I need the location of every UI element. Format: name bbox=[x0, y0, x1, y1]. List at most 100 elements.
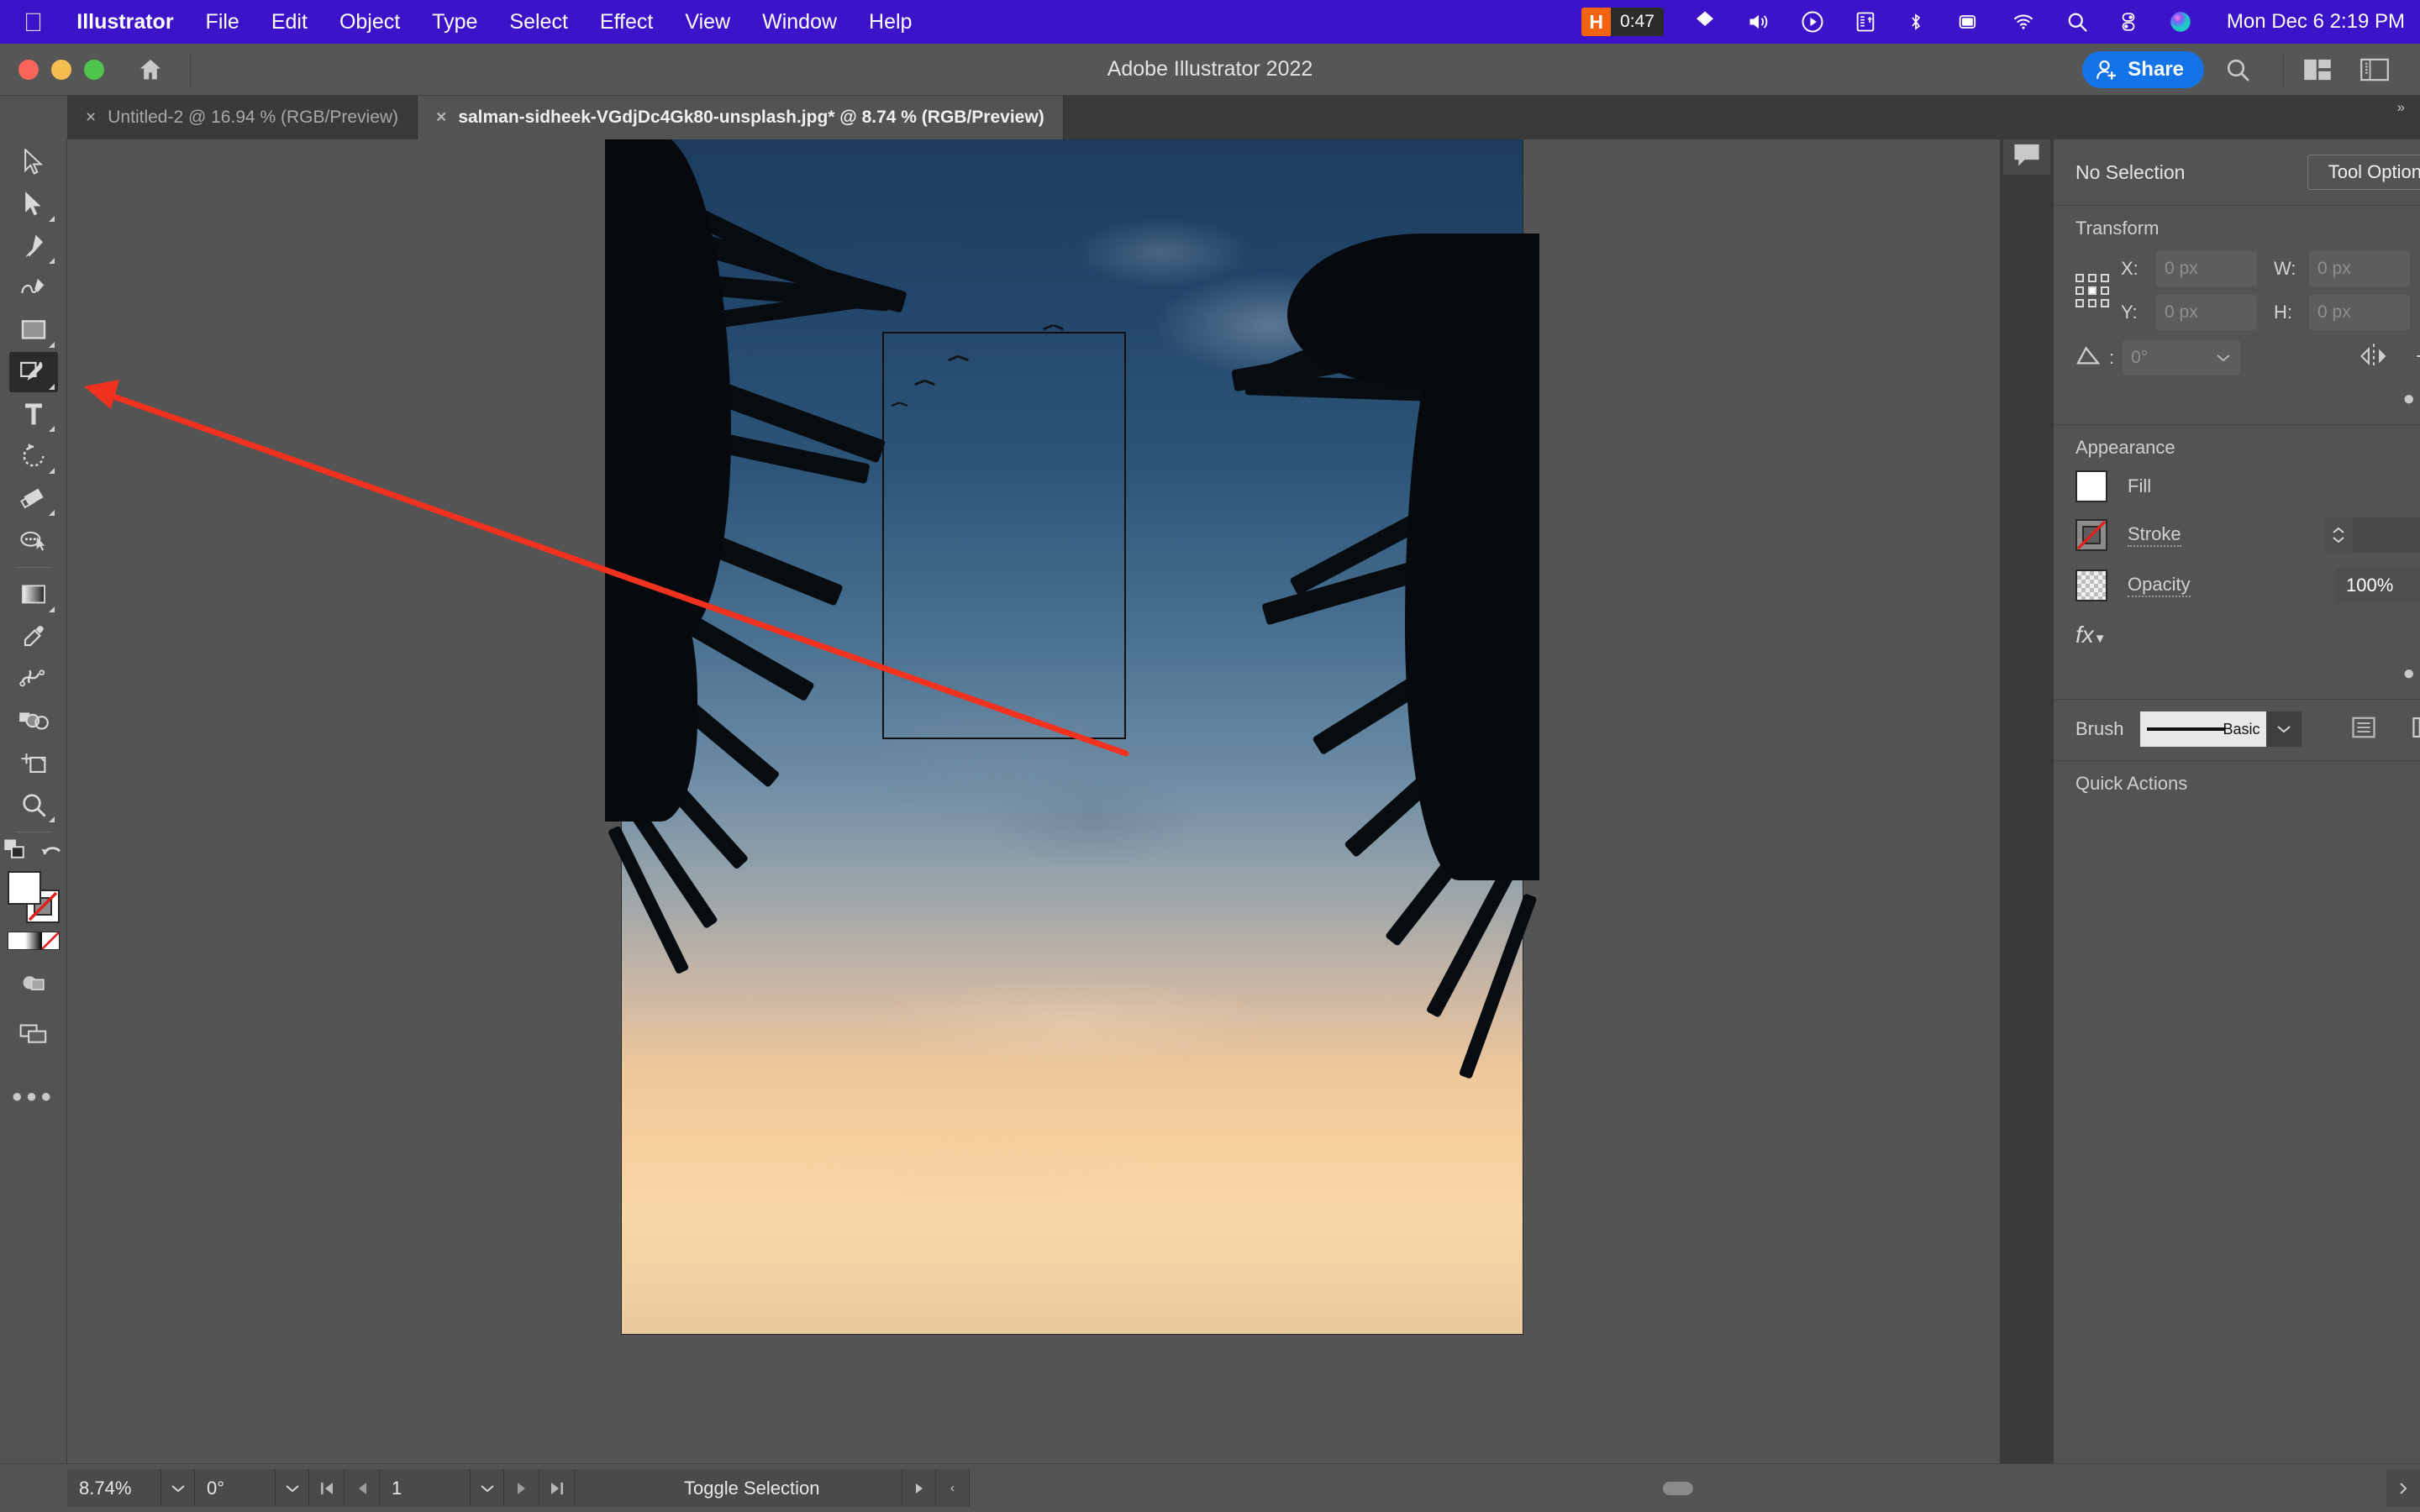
menu-item-file[interactable]: File bbox=[206, 10, 239, 34]
document-tab-unsplash[interactable]: × salman-sidheek-VGdjDc4Gk80-unsplash.jp… bbox=[418, 96, 1064, 139]
document-tab-untitled[interactable]: × Untitled-2 @ 16.94 % (RGB/Preview) bbox=[67, 96, 418, 139]
calendar-icon[interactable] bbox=[1854, 9, 1877, 34]
siri-icon[interactable] bbox=[2168, 9, 2193, 34]
close-icon[interactable]: × bbox=[436, 108, 446, 128]
menu-item-effect[interactable]: Effect bbox=[600, 10, 653, 34]
shape-builder-tool[interactable] bbox=[9, 701, 58, 741]
search-icon[interactable] bbox=[2065, 10, 2089, 34]
opacity-control[interactable]: 100% bbox=[2336, 568, 2420, 603]
first-artboard-icon[interactable] bbox=[309, 1469, 345, 1507]
zoom-level-field[interactable]: 8.74% bbox=[67, 1469, 161, 1507]
play-circle-icon[interactable] bbox=[1800, 9, 1825, 34]
direct-selection-tool[interactable] bbox=[9, 184, 58, 224]
curvature-tool[interactable] bbox=[9, 268, 58, 308]
zoom-tool[interactable] bbox=[9, 785, 58, 825]
next-artboard-icon[interactable] bbox=[504, 1469, 539, 1507]
menu-item-edit[interactable]: Edit bbox=[271, 10, 308, 34]
menubar-clock[interactable]: Mon Dec 6 2:19 PM bbox=[2227, 10, 2405, 34]
brush-libraries-icon[interactable]: ▼ bbox=[2412, 715, 2420, 744]
workspace-switcher-icon[interactable] bbox=[2351, 49, 2398, 91]
status-message[interactable]: Toggle Selection bbox=[575, 1469, 902, 1507]
menu-item-object[interactable]: Object bbox=[339, 10, 400, 34]
h-field[interactable]: 0 px bbox=[2309, 295, 2410, 330]
brush-dropdown-chevron[interactable] bbox=[2266, 711, 2302, 747]
artboard-tool[interactable] bbox=[9, 743, 58, 783]
canvas-horizontal-scrollbar[interactable] bbox=[970, 1464, 2386, 1512]
opacity-swatch[interactable] bbox=[2075, 570, 2107, 601]
y-field[interactable]: 0 px bbox=[2156, 295, 2257, 330]
flip-vertical-icon[interactable] bbox=[2415, 343, 2420, 374]
stroke-swatch[interactable] bbox=[2075, 519, 2107, 551]
reset-fill-stroke-icon[interactable] bbox=[40, 839, 64, 865]
rotate-tool[interactable] bbox=[9, 436, 58, 476]
search-icon[interactable] bbox=[2214, 49, 2261, 91]
fill-stroke-swatches[interactable] bbox=[7, 871, 60, 923]
artboard-document[interactable] bbox=[605, 139, 1539, 1334]
previous-artboard-icon[interactable] bbox=[345, 1469, 380, 1507]
reference-point-grid[interactable] bbox=[2075, 274, 2109, 307]
screen-recorder-badge[interactable]: H 0:47 bbox=[1581, 8, 1664, 36]
bluetooth-icon[interactable] bbox=[1906, 8, 1926, 35]
eyedropper-tool[interactable] bbox=[9, 617, 58, 657]
menu-item-type[interactable]: Type bbox=[432, 10, 477, 34]
canvas-area[interactable] bbox=[67, 139, 2000, 1463]
artboard-number-field[interactable]: 1 bbox=[380, 1469, 471, 1507]
screen-mode-icon[interactable] bbox=[9, 1013, 58, 1053]
dropbox-icon[interactable] bbox=[1692, 9, 1718, 34]
home-icon[interactable] bbox=[133, 52, 168, 87]
volume-icon[interactable] bbox=[1746, 10, 1771, 34]
type-tool[interactable] bbox=[9, 394, 58, 434]
rotation-field[interactable]: 0° bbox=[195, 1469, 276, 1507]
status-chevron-left[interactable]: ‹ bbox=[936, 1469, 970, 1507]
status-menu-triangle[interactable] bbox=[902, 1469, 936, 1507]
minimize-window-button[interactable] bbox=[51, 59, 71, 80]
fill-swatch[interactable] bbox=[7, 871, 41, 905]
fx-button[interactable]: fx▼ bbox=[2075, 622, 2107, 648]
none-icon[interactable] bbox=[40, 932, 60, 950]
swap-fill-stroke-icon[interactable] bbox=[3, 838, 29, 866]
menu-item-select[interactable]: Select bbox=[509, 10, 567, 34]
menu-item-help[interactable]: Help bbox=[869, 10, 912, 34]
close-icon[interactable]: × bbox=[86, 108, 96, 128]
pen-tool[interactable] bbox=[9, 226, 58, 266]
color-mode-strip[interactable] bbox=[7, 932, 60, 950]
menu-item-window[interactable]: Window bbox=[762, 10, 837, 34]
stroke-weight-stepper[interactable] bbox=[2324, 517, 2420, 553]
panel-expand-chevron[interactable]: » bbox=[2397, 99, 2405, 116]
maximize-window-button[interactable] bbox=[84, 59, 104, 80]
artboard-rectangle[interactable] bbox=[882, 332, 1126, 739]
flip-horizontal-icon[interactable] bbox=[2360, 343, 2388, 374]
gradient-icon[interactable] bbox=[24, 932, 42, 949]
transform-more-options-icon[interactable]: ●●● bbox=[2403, 387, 2420, 411]
x-field[interactable]: 0 px bbox=[2156, 251, 2257, 286]
color-swatch-icon[interactable] bbox=[8, 932, 25, 949]
control-center-icon[interactable] bbox=[2118, 9, 2139, 34]
last-artboard-icon[interactable] bbox=[539, 1469, 575, 1507]
appearance-more-options-icon[interactable]: ●●● bbox=[2403, 662, 2420, 685]
close-window-button[interactable] bbox=[18, 59, 39, 80]
fill-swatch[interactable] bbox=[2075, 470, 2107, 502]
brush-selector[interactable]: Basic bbox=[2140, 711, 2302, 747]
hscrollbar-thumb[interactable] bbox=[1663, 1481, 1693, 1495]
wifi-icon[interactable] bbox=[2010, 11, 2037, 33]
rectangle-tool[interactable] bbox=[9, 310, 58, 350]
artboard-dropdown-chevron[interactable] bbox=[471, 1469, 504, 1507]
arrange-documents-icon[interactable] bbox=[2294, 49, 2341, 91]
smooth-tool[interactable] bbox=[9, 520, 58, 560]
edit-toolbar-icon[interactable]: ●●● bbox=[9, 1076, 58, 1116]
opacity-value[interactable]: 100% bbox=[2336, 568, 2418, 603]
w-field[interactable]: 0 px bbox=[2309, 251, 2410, 286]
stroke-weight-value[interactable] bbox=[2353, 517, 2420, 553]
drawing-modes-icon[interactable] bbox=[9, 963, 58, 1004]
status-chevron-right[interactable] bbox=[2386, 1469, 2420, 1507]
shaper-eraser-tool[interactable] bbox=[9, 478, 58, 518]
angle-field[interactable]: 0° bbox=[2123, 340, 2241, 375]
apple-logo[interactable]:  bbox=[24, 9, 43, 35]
menu-item-illustrator[interactable]: Illustrator bbox=[76, 10, 173, 34]
gradient-tool[interactable] bbox=[9, 575, 58, 615]
stepper-arrows[interactable] bbox=[2324, 517, 2353, 553]
zoom-dropdown-chevron[interactable] bbox=[161, 1469, 195, 1507]
display-icon[interactable] bbox=[1954, 10, 1981, 34]
blend-tool[interactable] bbox=[9, 659, 58, 699]
tool-options-button[interactable]: Tool Options bbox=[2307, 155, 2420, 190]
